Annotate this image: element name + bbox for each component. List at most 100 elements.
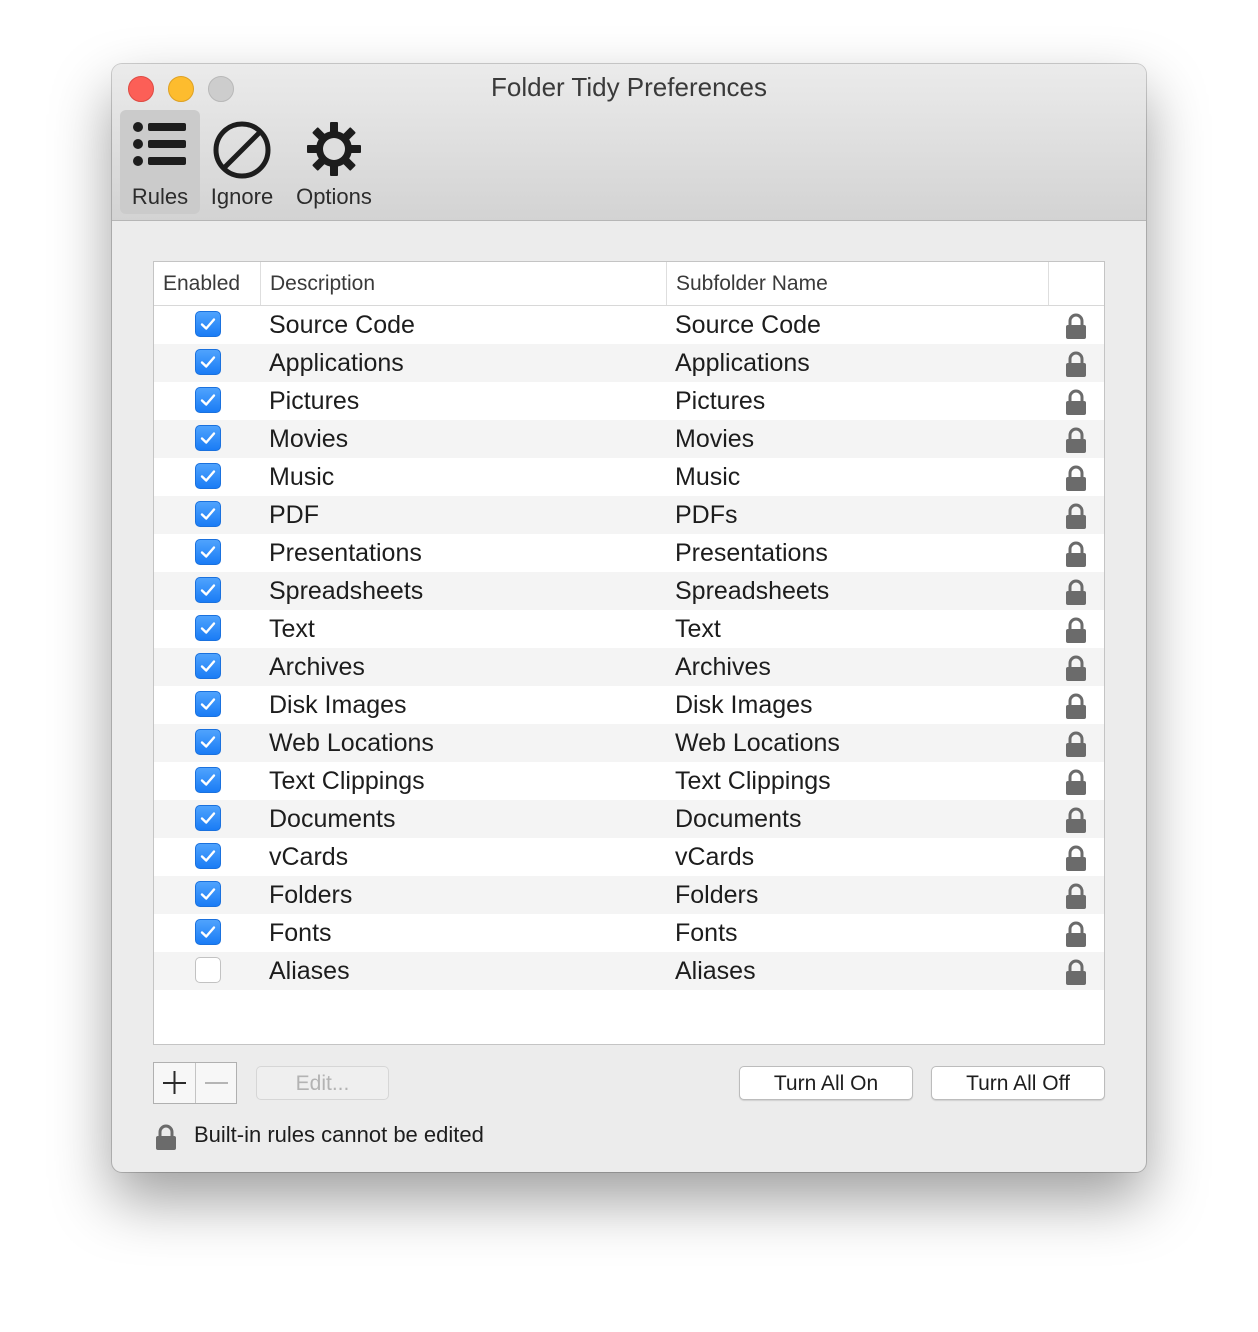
rule-subfolder-name: Text Clippings <box>675 762 831 800</box>
toolbar-options-tab[interactable]: Options <box>284 110 384 214</box>
rule-description: PDF <box>269 496 319 534</box>
table-row[interactable]: PresentationsPresentations <box>154 534 1104 572</box>
rule-subfolder-name: vCards <box>675 838 754 876</box>
minus-icon <box>196 1063 237 1103</box>
toolbar-options-label: Options <box>284 184 384 210</box>
rule-subfolder-name: Applications <box>675 344 810 382</box>
lock-icon <box>1065 578 1087 611</box>
enabled-checkbox[interactable] <box>195 539 221 565</box>
table-row[interactable]: MoviesMovies <box>154 420 1104 458</box>
lock-icon <box>1065 540 1087 573</box>
rule-subfolder-name: Documents <box>675 800 801 838</box>
lock-icon <box>1065 768 1087 801</box>
rules-table: Enabled Description Subfolder Name Sourc… <box>153 261 1105 1045</box>
toolbar-ignore-tab[interactable]: Ignore <box>204 110 280 214</box>
enabled-checkbox[interactable] <box>195 577 221 603</box>
gear-icon <box>305 120 363 178</box>
lock-icon <box>1065 426 1087 459</box>
lock-icon <box>1065 350 1087 383</box>
lock-icon <box>155 1123 177 1151</box>
table-row[interactable]: Applications Applications <box>154 344 1104 382</box>
turn-all-on-button[interactable]: Turn All On <box>739 1066 913 1100</box>
rule-subfolder-name: Pictures <box>675 382 765 420</box>
column-header-lock <box>1048 262 1104 305</box>
lock-icon <box>1065 654 1087 687</box>
remove-rule-button[interactable] <box>196 1063 237 1103</box>
rule-subfolder-name: Spreadsheets <box>675 572 829 610</box>
table-row[interactable]: SpreadsheetsSpreadsheets <box>154 572 1104 610</box>
table-row[interactable]: ArchivesArchives <box>154 648 1104 686</box>
table-row-empty <box>154 990 1104 1028</box>
table-row[interactable]: DocumentsDocuments <box>154 800 1104 838</box>
enabled-checkbox[interactable] <box>195 843 221 869</box>
table-row[interactable]: TextText <box>154 610 1104 648</box>
enabled-checkbox[interactable] <box>195 311 221 337</box>
lock-icon <box>1065 464 1087 497</box>
rule-subfolder-name: Music <box>675 458 740 496</box>
rule-description: Applications <box>269 344 404 382</box>
rule-description: Music <box>269 458 334 496</box>
checkmark-icon <box>199 809 217 827</box>
table-row[interactable]: vCardsvCards <box>154 838 1104 876</box>
table-row[interactable]: FoldersFolders <box>154 876 1104 914</box>
enabled-checkbox[interactable] <box>195 957 221 983</box>
checkmark-icon <box>199 923 217 941</box>
table-row[interactable]: Pictures Pictures <box>154 382 1104 420</box>
enabled-checkbox[interactable] <box>195 653 221 679</box>
table-row[interactable]: Source CodeSource Code <box>154 306 1104 344</box>
title-bar: Folder Tidy Preferences Rules Ignore <box>112 64 1146 221</box>
enabled-checkbox[interactable] <box>195 615 221 641</box>
toolbar-rules-label: Rules <box>120 184 200 210</box>
column-header-enabled[interactable]: Enabled <box>154 262 260 305</box>
lock-icon <box>1065 882 1087 915</box>
checkmark-icon <box>199 505 217 523</box>
lock-icon <box>1065 806 1087 839</box>
enabled-checkbox[interactable] <box>195 767 221 793</box>
checkmark-icon <box>199 695 217 713</box>
rule-subfolder-name: Movies <box>675 420 754 458</box>
lock-icon <box>1065 920 1087 953</box>
table-row[interactable]: Web LocationsWeb Locations <box>154 724 1104 762</box>
toolbar-rules-tab[interactable]: Rules <box>120 110 200 214</box>
enabled-checkbox[interactable] <box>195 919 221 945</box>
lock-icon <box>1065 844 1087 877</box>
enabled-checkbox[interactable] <box>195 463 221 489</box>
rule-description: Fonts <box>269 914 332 952</box>
checkmark-icon <box>199 733 217 751</box>
checkmark-icon <box>199 885 217 903</box>
table-row[interactable]: Music Music <box>154 458 1104 496</box>
table-row[interactable]: Disk ImagesDisk Images <box>154 686 1104 724</box>
enabled-checkbox[interactable] <box>195 691 221 717</box>
column-header-subfolder[interactable]: Subfolder Name <box>666 262 1048 305</box>
add-rule-button[interactable] <box>154 1063 196 1103</box>
rule-description: Aliases <box>269 952 350 990</box>
rule-subfolder-name: Text <box>675 610 721 648</box>
enabled-checkbox[interactable] <box>195 501 221 527</box>
table-row[interactable]: AliasesAliases <box>154 952 1104 990</box>
rule-description: Pictures <box>269 382 359 420</box>
enabled-checkbox[interactable] <box>195 387 221 413</box>
no-entry-icon <box>212 120 272 180</box>
rule-subfolder-name: Source Code <box>675 306 821 344</box>
enabled-checkbox[interactable] <box>195 805 221 831</box>
checkmark-icon <box>199 657 217 675</box>
rule-subfolder-name: Presentations <box>675 534 828 572</box>
rule-description: Web Locations <box>269 724 434 762</box>
rule-description: Folders <box>269 876 352 914</box>
column-header-description[interactable]: Description <box>260 262 666 305</box>
lock-icon <box>1065 312 1087 345</box>
enabled-checkbox[interactable] <box>195 349 221 375</box>
table-row[interactable]: FontsFonts <box>154 914 1104 952</box>
enabled-checkbox[interactable] <box>195 729 221 755</box>
checkmark-icon <box>199 543 217 561</box>
table-row[interactable]: PDF PDFs <box>154 496 1104 534</box>
edit-rule-button[interactable]: Edit... <box>256 1066 389 1100</box>
built-in-rules-note: Built-in rules cannot be edited <box>194 1122 484 1148</box>
turn-all-off-button[interactable]: Turn All Off <box>931 1066 1105 1100</box>
table-row[interactable]: Text ClippingsText Clippings <box>154 762 1104 800</box>
enabled-checkbox[interactable] <box>195 425 221 451</box>
add-remove-control <box>153 1062 237 1104</box>
enabled-checkbox[interactable] <box>195 881 221 907</box>
rule-subfolder-name: PDFs <box>675 496 738 534</box>
lock-icon <box>1065 502 1087 535</box>
